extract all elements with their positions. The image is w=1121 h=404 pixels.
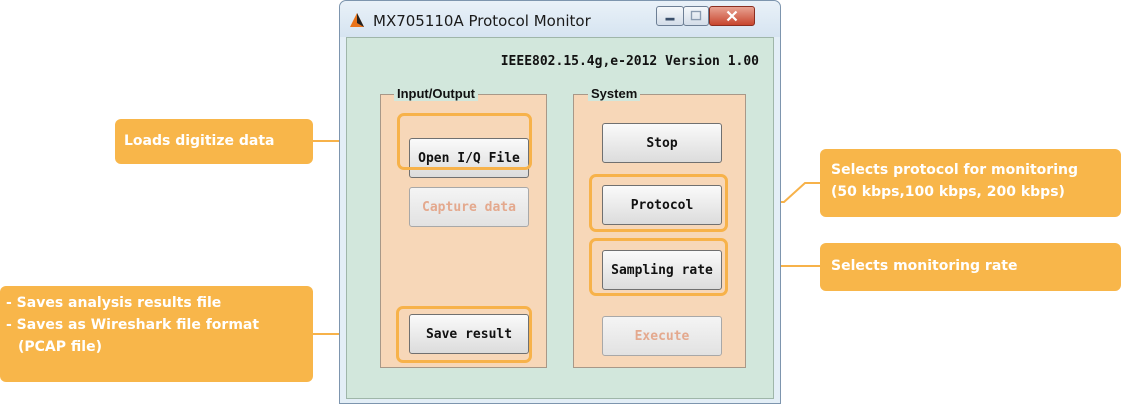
callout-protocol: Selects protocol for monitoring (50 kbps… [820, 149, 1121, 217]
callout-save: - Saves analysis results file - Saves as… [0, 286, 313, 382]
execute-button[interactable]: Execute [602, 316, 722, 356]
callout-save-line1: - Saves analysis results file [6, 295, 222, 311]
callout-loads-text: Loads digitize data [124, 133, 275, 149]
highlight-protocol [589, 174, 728, 232]
app-logo-icon [350, 13, 364, 27]
callout-protocol-line2: (50 kbps,100 kbps, 200 kbps) [831, 184, 1065, 200]
callout-save-line2: - Saves as Wireshark file format [6, 317, 260, 333]
system-label: System [588, 86, 641, 101]
close-icon [726, 10, 738, 22]
capture-data-button[interactable]: Capture data [409, 187, 529, 227]
minimize-icon [665, 17, 675, 21]
callout-rate-text: Selects monitoring rate [831, 258, 1018, 274]
close-button[interactable] [709, 6, 755, 26]
maximize-button[interactable] [683, 6, 709, 26]
highlight-sampling-rate [589, 238, 728, 296]
highlight-open-iq [397, 113, 532, 170]
highlight-save-result [396, 306, 532, 363]
callout-protocol-line1: Selects protocol for monitoring [831, 162, 1078, 178]
callout-save-line3: (PCAP file) [18, 339, 102, 355]
minimize-button[interactable] [656, 6, 684, 26]
input-output-label: Input/Output [394, 86, 478, 101]
callout-rate: Selects monitoring rate [820, 243, 1121, 291]
callout-loads: Loads digitize data [115, 119, 313, 164]
title-bar[interactable]: MX705110A Protocol Monitor [340, 1, 780, 37]
version-label: IEEE802.15.4g,e-2012 Version 1.00 [500, 54, 759, 69]
stop-button[interactable]: Stop [602, 123, 722, 163]
maximize-icon [690, 10, 702, 21]
window-title: MX705110A Protocol Monitor [373, 12, 591, 30]
